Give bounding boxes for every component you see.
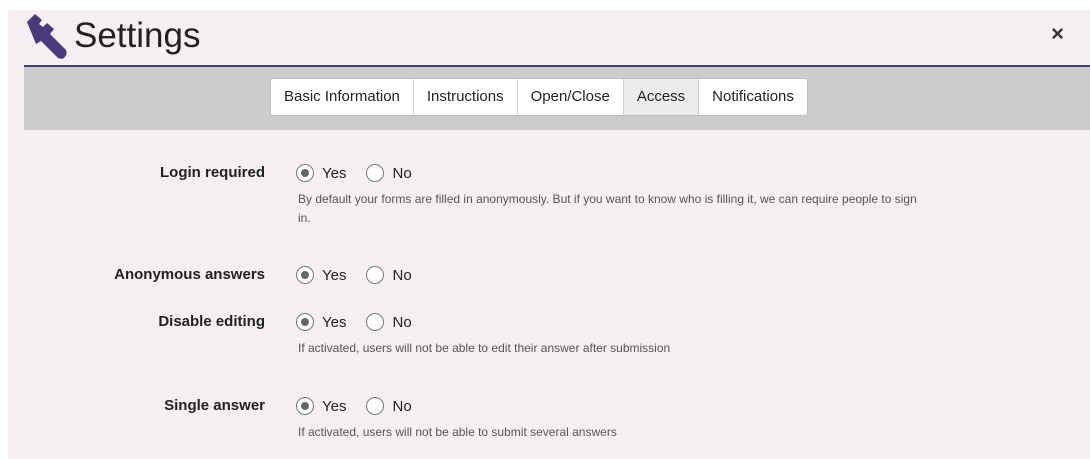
radio-option-yes[interactable]: Yes (296, 313, 346, 331)
tab-group: Basic Information Instructions Open/Clos… (270, 78, 808, 116)
radio-label: No (392, 266, 412, 284)
setting-label: Single answer (164, 397, 265, 414)
radio-checked-icon[interactable] (296, 266, 314, 284)
radio-option-yes[interactable]: Yes (296, 397, 346, 415)
tab-bar: Basic Information Instructions Open/Clos… (24, 67, 1090, 130)
settings-dialog: Settings × Basic Information Instruction… (8, 10, 1090, 459)
radio-label: Yes (322, 164, 347, 182)
radio-option-no[interactable]: No (366, 164, 412, 182)
radio-unchecked-icon[interactable] (366, 266, 385, 284)
setting-label: Anonymous answers (114, 266, 265, 283)
setting-label: Disable editing (158, 313, 265, 330)
radio-label: Yes (322, 397, 347, 415)
radio-label: No (392, 313, 412, 331)
tab-notifications[interactable]: Notifications (699, 79, 807, 115)
setting-label: Login required (160, 164, 265, 181)
radio-unchecked-icon[interactable] (366, 397, 385, 415)
tab-open-close[interactable]: Open/Close (517, 79, 624, 115)
help-text: By default your forms are filled in anon… (298, 192, 917, 225)
radio-group: Yes No (296, 264, 432, 286)
radio-label: No (392, 397, 412, 415)
radio-label: Yes (322, 266, 347, 284)
close-icon[interactable]: × (1051, 23, 1064, 45)
page-title: Settings (74, 16, 201, 55)
radio-checked-icon[interactable] (296, 164, 314, 182)
help-text: If activated, users will not be able to … (298, 341, 671, 355)
radio-label: Yes (322, 313, 347, 331)
radio-group: Yes No (296, 162, 432, 184)
radio-option-no[interactable]: No (366, 313, 412, 331)
radio-checked-icon[interactable] (296, 313, 314, 331)
tab-basic-information[interactable]: Basic Information (271, 79, 414, 115)
radio-option-no[interactable]: No (366, 266, 412, 284)
tab-access[interactable]: Access (623, 79, 700, 115)
radio-checked-icon[interactable] (296, 397, 314, 415)
help-text: If activated, users will not be able to … (298, 425, 617, 439)
radio-unchecked-icon[interactable] (366, 313, 385, 331)
dialog-header: Settings × (8, 10, 1090, 64)
radio-option-yes[interactable]: Yes (296, 164, 346, 182)
radio-group: Yes No (296, 395, 432, 417)
radio-option-no[interactable]: No (366, 397, 412, 415)
radio-group: Yes No (296, 311, 432, 333)
tab-instructions[interactable]: Instructions (413, 79, 518, 115)
radio-label: No (392, 164, 412, 182)
radio-unchecked-icon[interactable] (366, 164, 385, 182)
wrench-icon (27, 14, 67, 59)
radio-option-yes[interactable]: Yes (296, 266, 346, 284)
